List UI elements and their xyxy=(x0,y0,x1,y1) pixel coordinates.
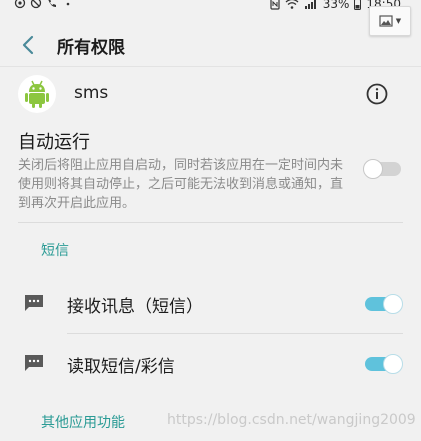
toggle-knob xyxy=(383,354,403,374)
back-button[interactable] xyxy=(18,32,40,58)
section-header-other: 其他应用功能 xyxy=(41,415,125,431)
header-divider xyxy=(0,66,421,67)
toggle-knob xyxy=(383,294,403,314)
watermark: https://blog.csdn.net/wangjing2009 xyxy=(167,412,416,428)
sync-icon xyxy=(14,0,26,9)
info-icon xyxy=(366,83,388,105)
autorun-title: 自动运行 xyxy=(18,132,90,153)
android-icon-graphic xyxy=(25,80,49,108)
autorun-description: 关闭后将阻止应用自启动，同时若该应用在一定时间内未使用则将其自动停止，之后可能无… xyxy=(18,158,344,211)
app-name: sms xyxy=(74,83,109,103)
read-sms-toggle[interactable] xyxy=(363,354,403,374)
permission-label: 接收讯息（短信） xyxy=(67,297,203,317)
permission-label: 读取短信/彩信 xyxy=(67,357,175,377)
divider xyxy=(67,333,403,334)
page-title: 所有权限 xyxy=(57,38,125,58)
message-icon xyxy=(25,355,43,371)
header: 所有权限 xyxy=(0,26,421,64)
chevron-down-icon: ▼ xyxy=(395,17,402,25)
permission-row-receive-sms[interactable]: 接收讯息（短信） xyxy=(0,275,421,331)
permission-row-read-sms[interactable]: 读取短信/彩信 xyxy=(0,335,421,391)
android-robot-icon xyxy=(18,75,56,113)
wifi-icon xyxy=(285,0,299,9)
autorun-toggle[interactable] xyxy=(363,159,403,179)
receive-sms-toggle[interactable] xyxy=(363,294,403,314)
signal-icon xyxy=(304,0,316,9)
message-icon xyxy=(25,295,43,311)
phone-icon xyxy=(48,0,56,8)
toggle-knob xyxy=(363,159,383,179)
dot-icon xyxy=(66,2,70,6)
status-bar: 33% 18:50 xyxy=(0,0,421,14)
status-icons-left xyxy=(14,0,74,9)
back-arrow-icon xyxy=(22,35,34,55)
app-info-row: sms xyxy=(0,72,421,118)
section-header-sms: 短信 xyxy=(41,243,69,259)
blocked-icon xyxy=(30,0,42,9)
divider xyxy=(18,222,403,223)
battery-icon xyxy=(354,0,362,10)
app-info-button[interactable] xyxy=(365,82,389,106)
nfc-icon xyxy=(270,0,280,10)
battery-percent: 33% xyxy=(322,0,350,11)
